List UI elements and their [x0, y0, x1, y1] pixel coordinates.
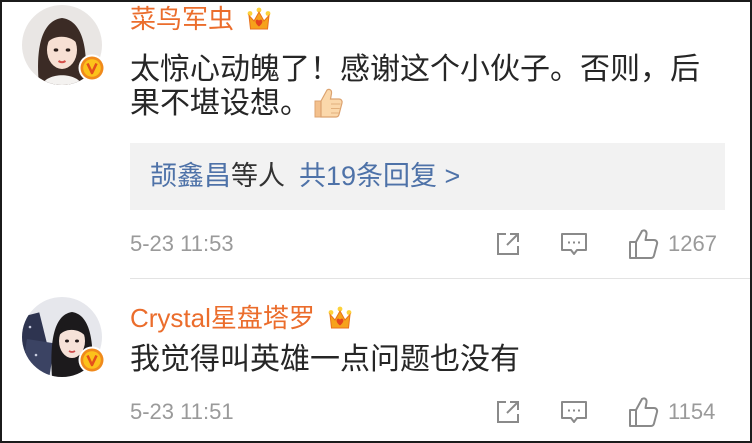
- comment-list: 菜鸟军虫 太惊心动魄了！感谢这个小伙子。否则，后果不堪设想。 颉鑫昌等人 共19条…: [0, 0, 752, 443]
- comment-timestamp: 5-23 11:51: [130, 399, 234, 424]
- like-icon: [629, 229, 659, 259]
- comment-item: Crystal星盘塔罗 我觉得叫英雄一点问题也没有 5-23 11:51 115…: [0, 279, 752, 443]
- like-button[interactable]: 1267: [627, 228, 717, 260]
- comment-text: 我觉得叫英雄一点问题也没有: [130, 343, 722, 377]
- reply-author-link[interactable]: 颉鑫昌: [150, 161, 231, 191]
- username-row: Crystal星盘塔罗: [130, 301, 353, 335]
- like-count: 1267: [668, 231, 717, 256]
- username-link[interactable]: 菜鸟军虫: [130, 2, 234, 36]
- comment-text-content: 太惊心动魄了！感谢这个小伙子。否则，后果不堪设想。: [130, 53, 700, 120]
- comment-timestamp: 5-23 11:53: [130, 231, 234, 256]
- share-button[interactable]: [495, 399, 521, 425]
- like-button[interactable]: 1154: [627, 396, 715, 428]
- comment-item: 菜鸟军虫 太惊心动魄了！感谢这个小伙子。否则，后果不堪设想。 颉鑫昌等人 共19条…: [0, 0, 752, 279]
- comment-text-content: 我觉得叫英雄一点问题也没有: [130, 343, 520, 376]
- comment-button[interactable]: [560, 399, 588, 425]
- comment-icon: [561, 233, 587, 255]
- thumbs-up-emoji-icon: [314, 88, 343, 118]
- share-icon: [497, 401, 519, 423]
- comment-icon: [561, 401, 587, 423]
- verified-v-badge-icon: [78, 346, 106, 374]
- comment-button[interactable]: [560, 231, 588, 257]
- vip-crown-icon: [328, 306, 352, 329]
- verified-v-badge-icon: [78, 54, 106, 82]
- replies-summary[interactable]: 颉鑫昌等人 共19条回复 >: [130, 143, 725, 210]
- share-button[interactable]: [495, 231, 521, 257]
- username-link[interactable]: Crystal星盘塔罗: [130, 301, 315, 335]
- comment-text: 太惊心动魄了！感谢这个小伙子。否则，后果不堪设想。: [130, 53, 722, 121]
- vip-crown-icon: [247, 7, 271, 30]
- share-icon: [497, 233, 519, 255]
- like-count: 1154: [668, 399, 716, 424]
- like-icon: [629, 397, 659, 427]
- username-row: 菜鸟军虫: [130, 2, 272, 36]
- view-replies-link[interactable]: 共19条回复 >: [299, 161, 460, 191]
- reply-authors-suffix: 等人: [231, 161, 285, 191]
